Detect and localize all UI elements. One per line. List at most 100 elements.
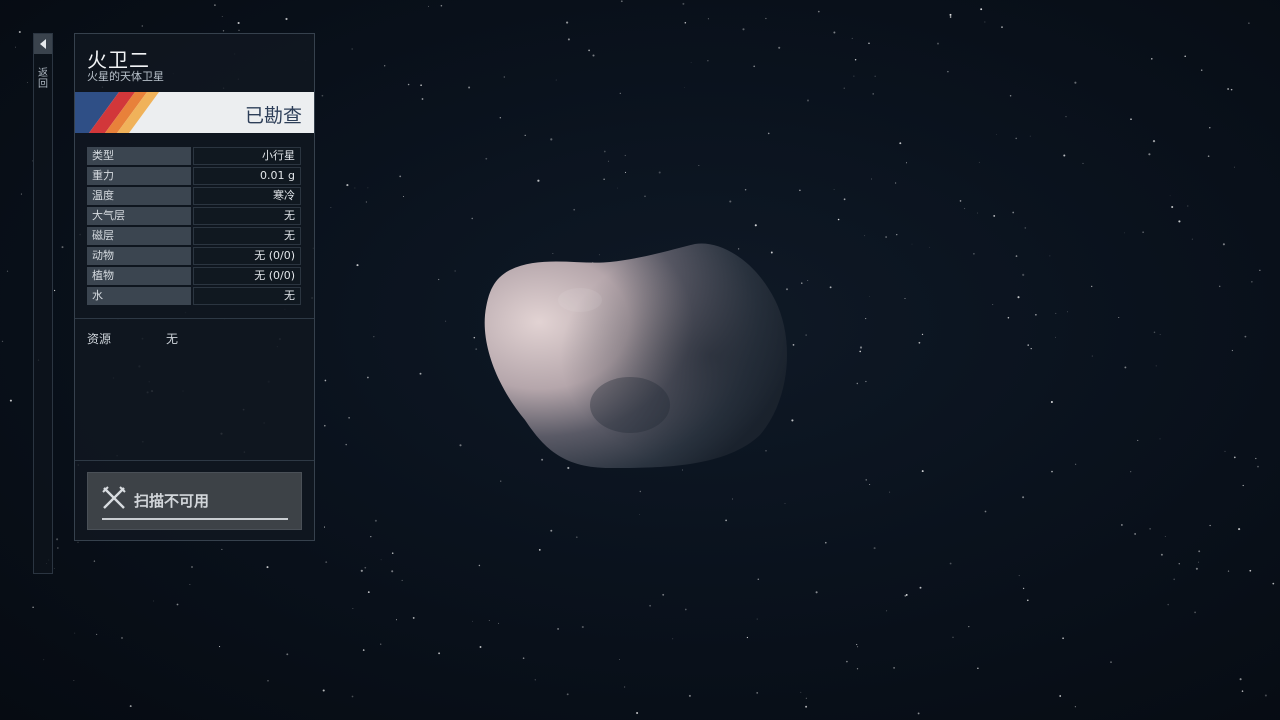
- star: [324, 424, 326, 427]
- stat-value: 无 (0/0): [193, 267, 301, 285]
- star: [825, 541, 827, 544]
- rail-label[interactable]: 返回: [36, 68, 50, 90]
- stat-row: 植物 无 (0/0): [87, 267, 301, 285]
- star: [419, 372, 422, 375]
- star: [346, 184, 349, 187]
- star: [53, 289, 56, 292]
- star: [1017, 296, 1020, 299]
- star: [1024, 227, 1027, 229]
- star: [1151, 58, 1153, 60]
- star: [524, 134, 526, 137]
- star: [266, 566, 269, 569]
- star: [1224, 450, 1226, 452]
- stat-label: 磁层: [87, 227, 191, 245]
- star: [1018, 575, 1020, 577]
- star: [1091, 355, 1093, 357]
- star: [479, 646, 482, 648]
- star: [488, 620, 490, 621]
- star: [1155, 365, 1157, 367]
- star: [153, 600, 155, 602]
- star: [929, 246, 930, 248]
- star: [1142, 231, 1144, 233]
- caret-left-icon: [40, 39, 46, 49]
- star: [617, 187, 618, 189]
- star: [624, 171, 627, 173]
- star: [799, 189, 801, 192]
- star: [214, 4, 216, 6]
- star: [445, 320, 447, 322]
- star: [222, 30, 225, 32]
- star: [624, 686, 626, 688]
- star: [121, 637, 123, 639]
- star: [1007, 316, 1010, 319]
- star: [365, 201, 368, 203]
- star: [644, 195, 646, 198]
- star: [267, 679, 269, 682]
- scan-progress-bar: [102, 518, 288, 520]
- star: [707, 18, 709, 20]
- star: [843, 198, 846, 201]
- back-button[interactable]: [34, 34, 52, 54]
- star: [1130, 118, 1132, 120]
- star: [401, 579, 403, 581]
- star: [619, 659, 620, 660]
- stat-row: 大气层 无: [87, 207, 301, 225]
- star: [949, 562, 952, 565]
- star: [1255, 457, 1257, 460]
- star: [1082, 162, 1084, 164]
- star: [478, 564, 481, 567]
- star: [874, 75, 876, 77]
- star: [1091, 285, 1093, 288]
- star: [1239, 678, 1242, 681]
- star: [919, 586, 922, 589]
- star: [1029, 135, 1031, 137]
- star: [952, 636, 954, 639]
- star: [1198, 561, 1199, 563]
- star: [221, 16, 223, 18]
- star: [688, 694, 691, 697]
- star: [639, 514, 640, 515]
- star: [1001, 26, 1003, 28]
- star: [6, 270, 9, 272]
- star: [1051, 470, 1053, 473]
- star: [26, 81, 28, 83]
- star: [984, 510, 987, 513]
- star: [968, 626, 970, 628]
- star: [765, 17, 767, 20]
- star: [1233, 166, 1235, 168]
- star: [1049, 255, 1051, 257]
- star: [555, 79, 557, 81]
- star: [53, 568, 55, 569]
- star: [592, 54, 595, 57]
- star: [754, 224, 757, 227]
- star: [1249, 569, 1252, 572]
- star: [1137, 439, 1139, 441]
- star: [141, 25, 143, 27]
- star: [886, 610, 888, 612]
- star: [362, 649, 365, 651]
- star: [1209, 524, 1211, 527]
- star: [684, 608, 687, 611]
- star: [485, 157, 488, 160]
- star: [1149, 528, 1151, 530]
- star: [391, 552, 394, 554]
- star: [384, 65, 386, 67]
- star: [1259, 269, 1261, 271]
- star: [367, 591, 370, 593]
- star: [575, 536, 578, 539]
- stat-row: 水 无: [87, 287, 301, 305]
- star: [325, 561, 328, 563]
- star: [1134, 533, 1136, 535]
- star: [1, 340, 4, 343]
- star: [995, 134, 997, 135]
- star: [238, 29, 240, 31]
- star: [815, 591, 818, 594]
- stat-value: 小行星: [193, 147, 301, 165]
- star: [620, 0, 623, 3]
- star: [367, 376, 369, 379]
- scan-button[interactable]: 扫描不可用: [87, 472, 302, 530]
- star: [756, 692, 759, 694]
- star: [96, 633, 98, 635]
- body-info-panel: 火卫二 火星的天体卫星 已勘查 类型 小行星 重力 0.01 g 温度 寒冷 大…: [74, 33, 315, 541]
- star: [977, 667, 979, 670]
